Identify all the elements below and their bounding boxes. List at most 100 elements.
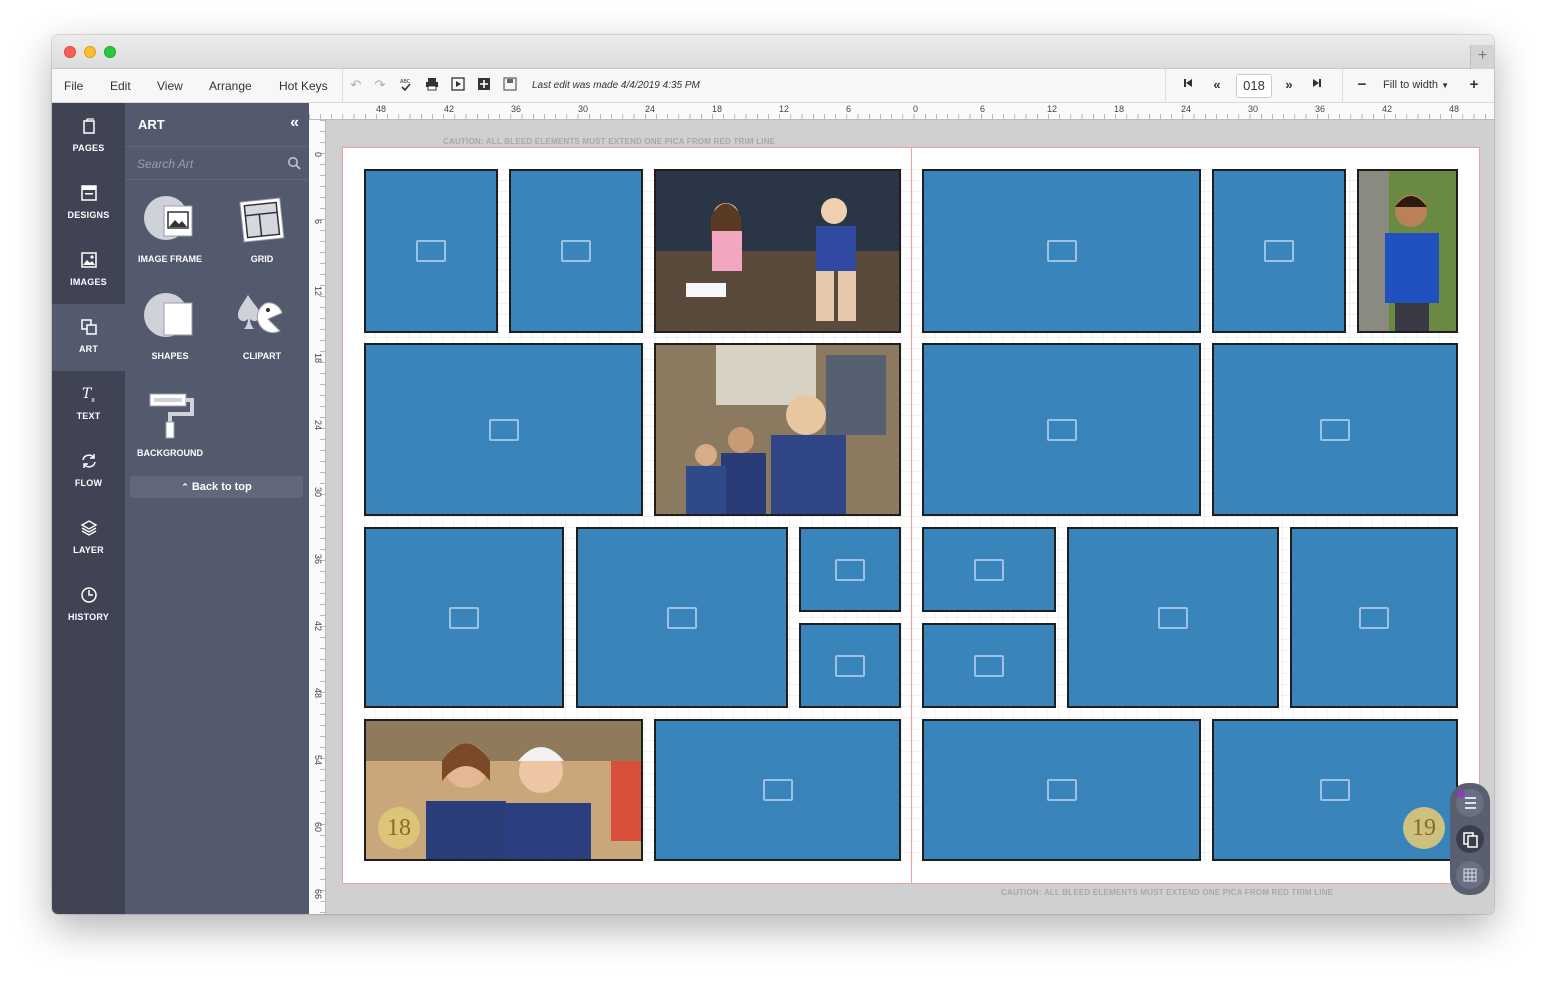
left-ruler: 0 6 12 18 24 30 36 42 48 54 60 66 — [309, 120, 326, 914]
title-bar: + — [52, 35, 1494, 69]
rail-label: ART — [78, 344, 99, 354]
image-placeholder-icon — [449, 606, 479, 629]
grid-view-icon[interactable] — [1456, 861, 1484, 889]
image-frame-slot[interactable] — [922, 527, 1056, 612]
image-frame-slot[interactable] — [922, 343, 1201, 516]
image-frame-slot[interactable] — [364, 169, 498, 333]
back-to-top-button[interactable]: ⌃ Back to top — [130, 476, 303, 498]
image-frame-slot[interactable] — [509, 169, 643, 333]
background-roller-icon — [149, 393, 194, 439]
ruler-label: 18 — [313, 353, 323, 364]
image-frame-slot[interactable] — [1212, 343, 1458, 516]
menu-arrange[interactable]: Arrange — [209, 79, 252, 93]
minimize-window-button[interactable] — [84, 46, 96, 58]
rail-label: FLOW — [74, 478, 103, 488]
ruler-label: 66 — [313, 889, 323, 900]
ruler-label: 42 — [313, 621, 323, 632]
rail-item-text[interactable]: Tx TEXT — [52, 371, 125, 438]
rail-item-history[interactable]: HISTORY — [52, 572, 125, 639]
rail-item-pages[interactable]: PAGES — [52, 103, 125, 170]
copy-pages-icon[interactable] — [1456, 825, 1484, 853]
tile-clipart[interactable]: CLIPART — [222, 291, 302, 371]
image-placeholder-icon — [1264, 240, 1294, 262]
toolbar-divider — [342, 69, 343, 103]
search-art-input[interactable]: Search Art — [125, 146, 309, 180]
rail-item-flow[interactable]: FLOW — [52, 438, 125, 505]
search-icon[interactable] — [287, 156, 301, 170]
image-placeholder-icon — [974, 654, 1004, 677]
zoom-out-icon[interactable]: − — [1354, 77, 1370, 93]
zoom-window-button[interactable] — [104, 46, 116, 58]
collapse-panel-icon[interactable]: « — [290, 114, 299, 132]
art-icon — [81, 319, 97, 335]
rail-item-designs[interactable]: DESIGNS — [52, 170, 125, 237]
image-frame-slot[interactable] — [576, 527, 788, 708]
panel-title: ART — [138, 117, 165, 132]
zoom-in-icon[interactable]: + — [1466, 77, 1482, 93]
tile-grid[interactable]: GRID — [222, 194, 302, 274]
image-placeholder-icon — [1046, 418, 1077, 441]
page-number-input[interactable]: 018 — [1236, 74, 1272, 98]
ruler-label: 36 — [511, 104, 522, 114]
photo-frame[interactable] — [1357, 169, 1458, 333]
menu-edit[interactable]: Edit — [110, 79, 131, 93]
image-placeholder-icon — [1046, 779, 1077, 801]
ruler-label: 48 — [313, 688, 323, 699]
previous-page-icon[interactable]: « — [1209, 77, 1225, 93]
photo-boy-outdoors — [1359, 171, 1456, 331]
image-frame-slot[interactable] — [922, 169, 1201, 333]
tile-image-frame[interactable]: IMAGE FRAME — [130, 194, 210, 274]
image-placeholder-icon — [974, 558, 1004, 581]
image-frame-slot[interactable] — [654, 719, 901, 861]
ruler-label: 18 — [712, 104, 723, 114]
images-icon — [81, 252, 97, 268]
image-frame-slot[interactable] — [364, 343, 643, 516]
ruler-label: 42 — [1382, 104, 1393, 114]
image-frame-slot[interactable] — [364, 527, 564, 708]
caution-note-bottom: CAUTION: ALL BLEED ELEMENTS MUST EXTEND … — [1001, 888, 1334, 897]
tile-background[interactable]: BACKGROUND — [130, 388, 210, 468]
photo-frame[interactable] — [654, 169, 901, 333]
image-placeholder-icon — [1320, 418, 1350, 441]
tile-shapes[interactable]: SHAPES — [130, 291, 210, 371]
photo-two-kids-sitting — [656, 171, 899, 331]
preview-play-icon[interactable] — [450, 77, 466, 93]
undo-icon[interactable]: ↶ — [348, 77, 364, 93]
rail-item-images[interactable]: IMAGES — [52, 237, 125, 304]
zoom-select[interactable]: Fill to width ▼ — [1383, 79, 1449, 91]
photo-classroom-students — [656, 345, 899, 514]
list-toggle-icon[interactable] — [1456, 789, 1484, 817]
photo-frame[interactable] — [654, 343, 901, 516]
image-frame-slot[interactable] — [922, 623, 1056, 708]
close-window-button[interactable] — [64, 46, 76, 58]
image-placeholder-icon — [561, 240, 591, 262]
save-icon[interactable] — [502, 77, 518, 93]
image-frame-slot[interactable] — [1290, 527, 1458, 708]
rail-item-layer[interactable]: LAYER — [52, 505, 125, 572]
last-page-icon[interactable] — [1309, 77, 1325, 93]
image-frame-slot[interactable] — [922, 719, 1201, 861]
next-page-icon[interactable]: » — [1281, 77, 1297, 93]
menu-view[interactable]: View — [157, 79, 183, 93]
menu-file[interactable]: File — [64, 79, 83, 93]
image-frame-slot[interactable] — [1212, 169, 1346, 333]
menu-hot-keys[interactable]: Hot Keys — [279, 79, 328, 93]
caution-note-top: CAUTION: ALL BLEED ELEMENTS MUST EXTEND … — [443, 137, 776, 146]
image-frame-slot[interactable] — [1067, 527, 1279, 708]
add-page-icon[interactable] — [476, 77, 492, 93]
image-frame-slot[interactable] — [799, 623, 901, 708]
new-tab-plus-icon[interactable]: + — [1470, 45, 1494, 69]
spellcheck-icon[interactable]: ABC — [398, 77, 414, 93]
designs-icon — [81, 185, 97, 201]
toolbar-divider — [1165, 69, 1166, 103]
ruler-label: 48 — [376, 104, 387, 114]
first-page-icon[interactable] — [1180, 77, 1196, 93]
ruler-label: 6 — [846, 104, 852, 114]
image-placeholder-icon — [1359, 606, 1389, 629]
redo-icon[interactable]: ↷ — [372, 77, 388, 93]
image-placeholder-icon — [1158, 606, 1188, 629]
center-fold-line — [911, 147, 912, 884]
print-icon[interactable] — [424, 77, 440, 93]
rail-item-art[interactable]: ART — [52, 304, 125, 371]
image-frame-slot[interactable] — [799, 527, 901, 612]
